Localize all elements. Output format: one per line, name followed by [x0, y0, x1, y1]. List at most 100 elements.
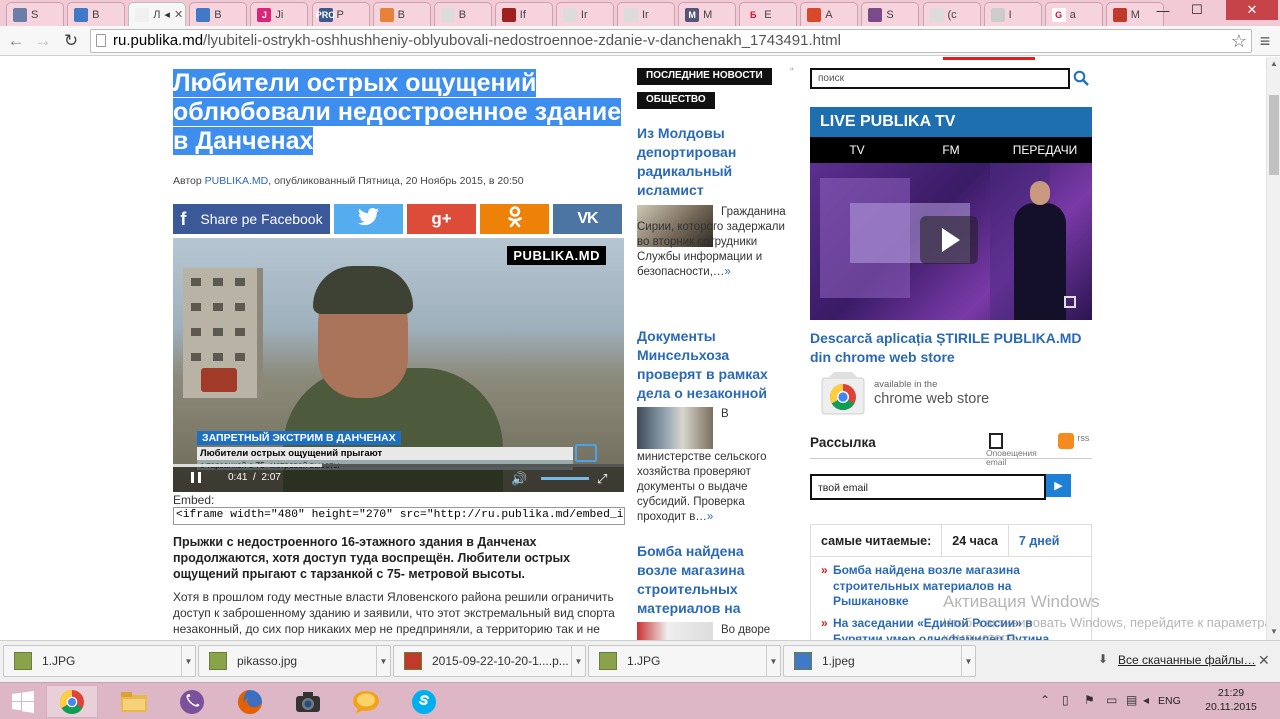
live-tab-tv[interactable]: TV — [810, 137, 904, 163]
taskbar-firefox[interactable] — [224, 685, 276, 718]
chrome-web-store-badge[interactable]: available in the chrome web store — [820, 370, 1000, 418]
news-thumbnail-3[interactable] — [637, 622, 713, 640]
browser-tab[interactable]: B — [189, 2, 248, 26]
email-notifications-link[interactable]: Оповещения email — [986, 433, 1046, 467]
tray-volume-icon[interactable]: ◂ — [1143, 693, 1149, 707]
taskbar-viber[interactable] — [166, 685, 218, 718]
live-tab-shows[interactable]: ПЕРЕДАЧИ — [998, 137, 1092, 163]
browser-tab[interactable]: I — [983, 2, 1042, 26]
tab-close-icon[interactable]: ✕ — [174, 8, 183, 21]
browser-tab[interactable]: A — [800, 2, 859, 26]
live-tv-player[interactable] — [810, 163, 1092, 320]
language-indicator[interactable]: ENG — [1158, 695, 1181, 707]
browser-tab[interactable]: Ir — [617, 2, 675, 26]
browser-tab[interactable]: Ir — [555, 2, 614, 26]
download-item[interactable]: 2015-09-22-10-20-1....p... ▼ — [393, 645, 586, 677]
tray-device-icon[interactable]: ▯ — [1062, 693, 1069, 707]
browser-tab[interactable]: If — [494, 2, 553, 26]
tag-society[interactable]: ОБЩЕСТВО — [637, 92, 715, 109]
download-menu-chevron-icon[interactable]: ▼ — [181, 646, 195, 676]
browser-tab[interactable]: S — [6, 2, 64, 26]
minimize-button[interactable]: — — [1146, 0, 1180, 20]
close-window-button[interactable]: ✕ — [1226, 0, 1278, 20]
back-icon[interactable]: ← — [5, 30, 27, 52]
author-link[interactable]: PUBLIKA.MD — [205, 175, 269, 187]
tag-latest-news[interactable]: ПОСЛЕДНИЕ НОВОСТИ — [637, 68, 772, 85]
browser-tab[interactable]: (c — [922, 2, 981, 26]
tray-chevron-icon[interactable]: ⌃ — [1040, 693, 1050, 707]
search-input[interactable]: поиск — [810, 68, 1070, 89]
tab-24h[interactable]: 24 часа — [941, 525, 1009, 556]
tray-battery-icon[interactable]: ▭ — [1106, 693, 1117, 707]
tab-audio-icon[interactable]: ◂ — [164, 8, 170, 21]
email-input[interactable]: твой email — [810, 474, 1046, 500]
download-menu-chevron-icon[interactable]: ▼ — [961, 646, 975, 676]
download-menu-chevron-icon[interactable]: ▼ — [766, 646, 780, 676]
maximize-button[interactable]: ☐ — [1180, 0, 1214, 20]
tab-7d[interactable]: 7 дней — [1009, 525, 1070, 556]
email-submit-button[interactable]: ▶ — [1046, 474, 1071, 497]
news-title-2[interactable]: Документы Минсельхоза проверят в рамках … — [637, 327, 787, 403]
video-progress-bar[interactable] — [173, 464, 624, 467]
news-thumbnail-2[interactable] — [637, 407, 713, 449]
app-download-link[interactable]: Descarcă aplicația ȘTIRILE PUBLIKA.MD di… — [810, 329, 1092, 367]
share-facebook-button[interactable]: f Share pe Facebook — [173, 204, 330, 234]
fullscreen-icon[interactable]: ⤢ — [597, 471, 607, 487]
page-scrollbar[interactable]: ▲ ▼ — [1266, 57, 1280, 640]
taskbar-explorer[interactable] — [108, 685, 160, 718]
taskbar-chrome[interactable] — [46, 685, 98, 718]
live-tab-fm[interactable]: FM — [904, 137, 998, 163]
browser-tab[interactable]: PRO P — [311, 2, 370, 26]
show-all-downloads-link[interactable]: Все скачанные файлы… — [1118, 653, 1256, 667]
taskbar-camera-app[interactable] — [282, 685, 334, 718]
menu-icon[interactable]: ≡ — [1254, 30, 1276, 52]
video-share-icon[interactable] — [575, 444, 597, 462]
download-item[interactable]: 1.jpeg ▼ — [783, 645, 976, 677]
browser-tab[interactable]: B — [67, 2, 126, 26]
browser-tab[interactable]: Л ◂ ✕ — [128, 2, 187, 26]
browser-tab[interactable]: БE — [739, 2, 798, 26]
scroll-down-icon[interactable]: ▼ — [1270, 627, 1278, 636]
browser-tab[interactable]: J Ji — [250, 2, 309, 26]
volume-icon[interactable]: 🔊 — [511, 471, 527, 487]
scroll-thumb[interactable] — [1269, 95, 1279, 175]
close-download-shelf-icon[interactable]: ✕ — [1258, 652, 1270, 669]
browser-tab[interactable]: B — [372, 2, 431, 26]
volume-slider[interactable] — [541, 477, 589, 480]
address-bar[interactable]: ru.publika.md/lyubiteli-ostrykh-oshhushh… — [90, 29, 1252, 53]
taskbar-skype[interactable] — [398, 685, 450, 718]
search-icon[interactable] — [1073, 70, 1089, 89]
news-title-3[interactable]: Бомба найдена возле магазина строительны… — [637, 542, 787, 618]
live-fullscreen-icon[interactable] — [1064, 296, 1076, 308]
odnoklassniki-icon — [507, 206, 523, 232]
download-menu-chevron-icon[interactable]: ▼ — [571, 646, 585, 676]
rss-link[interactable]: rss — [1058, 433, 1089, 449]
browser-tab[interactable]: S — [861, 2, 920, 26]
scroll-up-icon[interactable]: ▲ — [1270, 59, 1278, 68]
browser-tab[interactable]: B — [433, 2, 492, 26]
forward-icon[interactable]: → — [32, 30, 54, 52]
browser-tab[interactable]: Ga — [1044, 2, 1103, 26]
video-player[interactable]: PUBLIKA.MD ЗАПРЕТНЫЙ ЭКСТРИМ В ДАНЧЕНАХ … — [173, 238, 624, 492]
download-item[interactable]: 1.JPG ▼ — [588, 645, 781, 677]
bookmark-star-icon[interactable]: ☆ — [1228, 30, 1250, 52]
start-button[interactable] — [0, 685, 46, 718]
share-vk-button[interactable]: VK — [553, 204, 622, 234]
tray-network-icon[interactable]: ▤ — [1126, 693, 1137, 707]
share-odnoklassniki-button[interactable] — [480, 204, 549, 234]
pause-icon[interactable] — [191, 472, 201, 483]
tray-flag-icon[interactable]: ⚑ — [1084, 693, 1095, 707]
embed-code-field[interactable]: <iframe width="480" height="270" src="ht… — [173, 507, 625, 525]
share-googleplus-button[interactable]: g+ — [407, 204, 476, 234]
share-twitter-button[interactable] — [334, 204, 403, 234]
download-item[interactable]: 1.JPG ▼ — [3, 645, 196, 677]
reload-icon[interactable]: ↻ — [60, 30, 82, 52]
play-icon[interactable] — [920, 216, 978, 264]
news-title-1[interactable]: Из Молдовы депортирован радикальный исла… — [637, 124, 787, 200]
taskbar-chat-app[interactable] — [340, 685, 392, 718]
browser-tab[interactable]: MM — [678, 2, 737, 26]
tab-favicon-icon — [990, 7, 1005, 22]
download-menu-chevron-icon[interactable]: ▼ — [376, 646, 390, 676]
download-item[interactable]: pikasso.jpg ▼ — [198, 645, 391, 677]
system-clock[interactable]: 21:29 20.11.2015 — [1196, 686, 1266, 714]
